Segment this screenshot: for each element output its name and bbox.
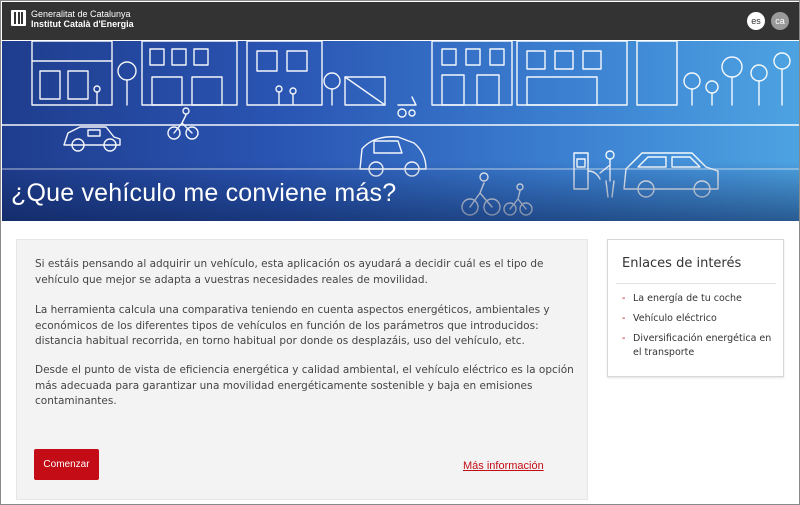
link-label: La energía de tu coche <box>633 293 742 304</box>
intro-paragraph-3: Desde el punto de vista de eficiencia en… <box>35 364 574 407</box>
dash-bullet-icon: - <box>622 313 626 324</box>
generalitat-logo-icon <box>11 10 26 26</box>
dash-bullet-icon: - <box>622 333 626 344</box>
intro-paragraph-1: Si estáis pensando al adquirir un vehícu… <box>35 258 544 286</box>
links-of-interest-panel: Enlaces de interés - La energía de tu co… <box>607 239 784 377</box>
app-window: Generalitat de Catalunya Institut Català… <box>0 0 800 505</box>
dash-bullet-icon: - <box>622 293 626 304</box>
page-title: ¿Que vehículo me conviene más? <box>11 179 397 207</box>
top-bar: Generalitat de Catalunya Institut Català… <box>2 2 799 40</box>
links-list: - La energía de tu coche - Vehículo eléc… <box>622 292 780 366</box>
link-item-energia-coche[interactable]: - La energía de tu coche <box>622 292 780 306</box>
links-panel-title: Enlaces de interés <box>622 256 742 271</box>
intro-paragraph-2: La herramienta calcula una comparativa t… <box>35 304 550 347</box>
link-label: Vehículo eléctrico <box>633 313 717 324</box>
logo-line-icaen: Institut Català d'Energia <box>31 19 134 29</box>
more-info-link[interactable]: Más información <box>463 460 544 472</box>
logo-line-generalitat: Generalitat de Catalunya <box>31 9 131 19</box>
link-label: Diversificación energética en el transpo… <box>633 333 772 358</box>
links-panel-divider <box>616 283 776 284</box>
institution-logo-text[interactable]: Generalitat de Catalunya Institut Català… <box>31 9 134 29</box>
start-button[interactable]: Comenzar <box>34 449 99 480</box>
intro-panel: Si estáis pensando al adquirir un vehícu… <box>16 239 588 500</box>
link-item-vehiculo-electrico[interactable]: - Vehículo eléctrico <box>622 312 780 326</box>
link-item-diversificacion[interactable]: - Diversificación energética en el trans… <box>622 332 780 360</box>
language-es-button[interactable]: es <box>747 12 765 30</box>
hero-banner: ¿Que vehículo me conviene más? <box>2 41 799 221</box>
language-ca-button[interactable]: ca <box>771 12 789 30</box>
